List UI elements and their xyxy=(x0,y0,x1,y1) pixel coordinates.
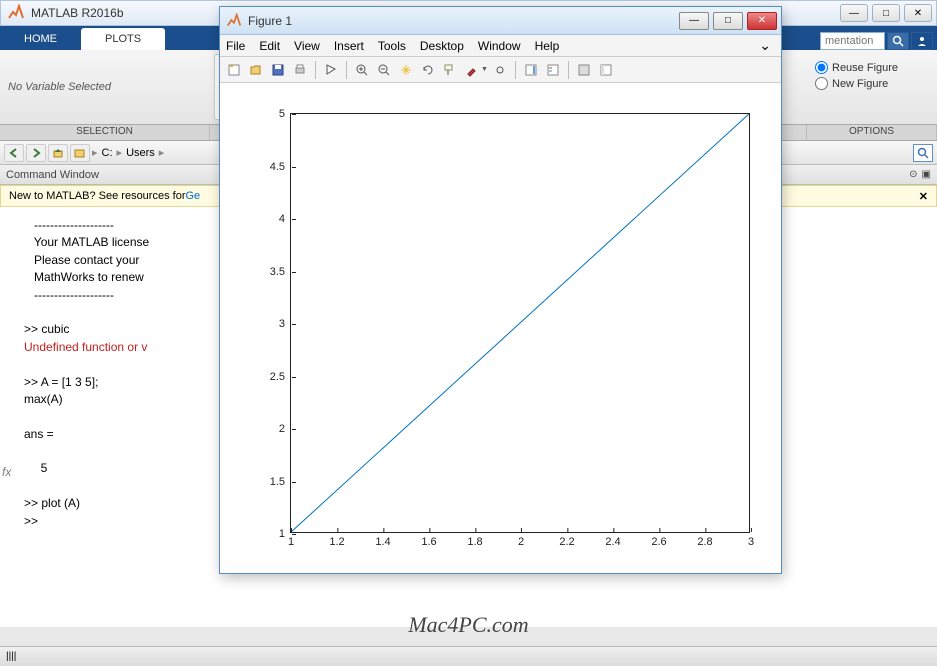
ytick-label: 3.5 xyxy=(270,266,291,278)
xtick-label: 3 xyxy=(748,532,754,548)
new-figure-icon[interactable] xyxy=(224,60,244,80)
rotate-icon[interactable] xyxy=(418,60,438,80)
xtick-label: 2.6 xyxy=(651,532,666,548)
xtick-label: 2.8 xyxy=(697,532,712,548)
menu-edit[interactable]: Edit xyxy=(259,39,280,53)
getting-started-link[interactable]: Ge xyxy=(185,190,200,202)
ytick-label: 4.5 xyxy=(270,161,291,173)
options-panel: Reuse Figure New Figure xyxy=(807,50,937,124)
colorbar-icon[interactable] xyxy=(521,60,541,80)
figure-maximize-button[interactable]: □ xyxy=(713,12,743,30)
xtick-label: 1.8 xyxy=(467,532,482,548)
xtick-label: 2.4 xyxy=(605,532,620,548)
cmdwin-dropdown-icon[interactable]: ⊙ xyxy=(909,169,917,180)
reuse-figure-radio[interactable]: Reuse Figure xyxy=(815,61,929,74)
open-icon[interactable] xyxy=(246,60,266,80)
show-tools-icon[interactable] xyxy=(596,60,616,80)
figure-axes-area[interactable]: 11.522.533.544.5511.21.41.61.822.22.42.6… xyxy=(220,83,781,573)
menu-view[interactable]: View xyxy=(294,39,320,53)
figure-dock-icon[interactable]: ⌄ xyxy=(759,37,775,54)
fx-prompt-icon[interactable]: fx xyxy=(2,464,11,481)
matlab-logo-icon xyxy=(226,13,242,29)
xtick-label: 1 xyxy=(288,532,294,548)
menu-desktop[interactable]: Desktop xyxy=(420,39,464,53)
matlab-logo-icon xyxy=(7,4,25,22)
login-button[interactable] xyxy=(911,32,933,50)
banner-close-button[interactable]: ✕ xyxy=(919,190,928,203)
legend-icon[interactable] xyxy=(543,60,563,80)
print-icon[interactable] xyxy=(290,60,310,80)
menu-tools[interactable]: Tools xyxy=(378,39,406,53)
back-button[interactable] xyxy=(4,144,24,162)
options-label: OPTIONS xyxy=(807,125,937,140)
menu-file[interactable]: File xyxy=(226,39,245,53)
browse-button[interactable] xyxy=(70,144,90,162)
brush-icon[interactable] xyxy=(462,60,482,80)
status-indicator: |||| xyxy=(6,651,16,662)
doc-search-input[interactable] xyxy=(820,32,885,50)
selection-panel: No Variable Selected xyxy=(0,50,210,124)
maximize-button[interactable]: □ xyxy=(872,4,900,22)
save-icon[interactable] xyxy=(268,60,288,80)
close-button[interactable]: ✕ xyxy=(904,4,932,22)
menu-window[interactable]: Window xyxy=(478,39,521,53)
hide-tools-icon[interactable] xyxy=(574,60,594,80)
up-button[interactable] xyxy=(48,144,68,162)
figure-titlebar[interactable]: Figure 1 — □ ✕ xyxy=(220,7,781,35)
path-seg-users[interactable]: Users xyxy=(124,147,157,159)
watermark-text: Mac4PC.com xyxy=(408,612,528,638)
figure-title: Figure 1 xyxy=(248,14,679,28)
selection-label: SELECTION xyxy=(0,125,210,140)
command-window-title: Command Window xyxy=(6,169,99,181)
figure-toolbar: ▼ xyxy=(220,57,781,83)
ytick-label: 3 xyxy=(279,318,291,330)
zoom-out-icon[interactable] xyxy=(374,60,394,80)
minimize-button[interactable]: — xyxy=(840,4,868,22)
figure-window: Figure 1 — □ ✕ File Edit View Insert Too… xyxy=(219,6,782,574)
zoom-in-icon[interactable] xyxy=(352,60,372,80)
figure-close-button[interactable]: ✕ xyxy=(747,12,777,30)
xtick-label: 1.4 xyxy=(375,532,390,548)
path-seg-drive[interactable]: C: xyxy=(100,147,115,159)
tab-plots[interactable]: PLOTS xyxy=(81,28,165,50)
datacursor-icon[interactable] xyxy=(440,60,460,80)
edit-plot-icon[interactable] xyxy=(321,60,341,80)
status-bar: |||| xyxy=(0,646,937,666)
figure-minimize-button[interactable]: — xyxy=(679,12,709,30)
cmdwin-dock-icon[interactable]: ▣ xyxy=(922,169,931,180)
xtick-label: 1.6 xyxy=(421,532,436,548)
menu-help[interactable]: Help xyxy=(535,39,560,53)
ytick-label: 2 xyxy=(279,423,291,435)
ytick-label: 5 xyxy=(279,108,291,120)
ytick-label: 4 xyxy=(279,213,291,225)
pan-icon[interactable] xyxy=(396,60,416,80)
xtick-label: 2.2 xyxy=(559,532,574,548)
xtick-label: 2 xyxy=(518,532,524,548)
tab-home[interactable]: HOME xyxy=(0,28,81,50)
menu-insert[interactable]: Insert xyxy=(334,39,364,53)
ytick-label: 2.5 xyxy=(270,371,291,383)
path-search-button[interactable] xyxy=(913,144,933,162)
xtick-label: 1.2 xyxy=(329,532,344,548)
plot-axes[interactable]: 11.522.533.544.5511.21.41.61.822.22.42.6… xyxy=(290,113,750,533)
plot-line xyxy=(291,114,749,532)
figure-menubar: File Edit View Insert Tools Desktop Wind… xyxy=(220,35,781,57)
link-icon[interactable] xyxy=(490,60,510,80)
ytick-label: 1.5 xyxy=(270,476,291,488)
new-figure-radio[interactable]: New Figure xyxy=(815,77,929,90)
search-button[interactable] xyxy=(887,32,909,50)
forward-button[interactable] xyxy=(26,144,46,162)
